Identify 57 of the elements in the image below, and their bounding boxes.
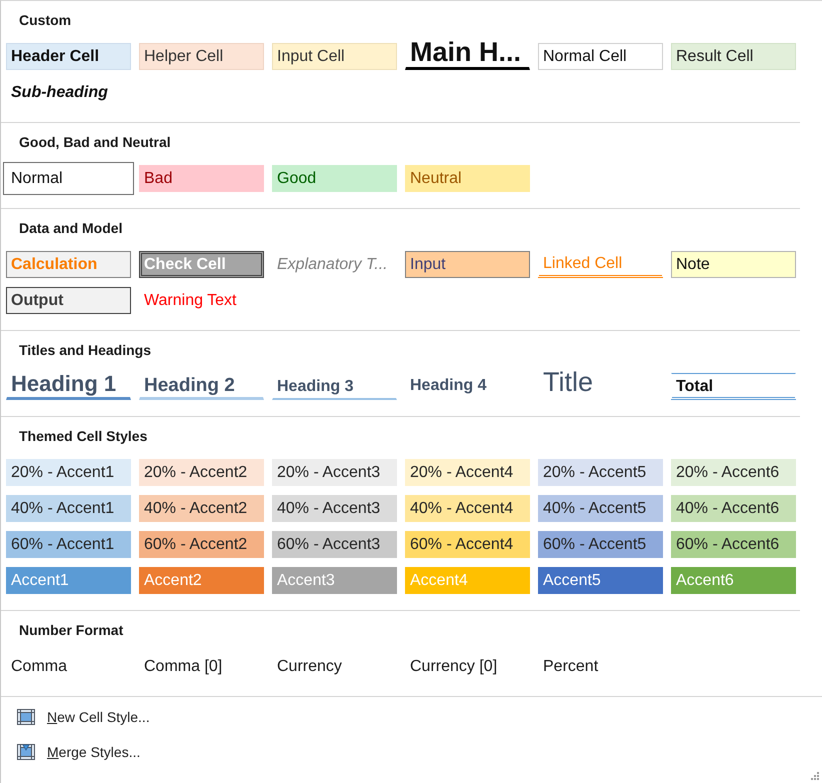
cell-style-option[interactable]: 40% - Accent6 (671, 495, 796, 522)
section-heading: Data and Model (18, 219, 122, 238)
cell-style-option[interactable]: Header Cell (6, 43, 131, 70)
section-heading: Custom (18, 11, 72, 30)
grid-arrow-icon (17, 744, 35, 760)
cell-style-option[interactable]: Bad (139, 165, 264, 192)
cell-style-option[interactable]: 40% - Accent1 (6, 495, 131, 522)
cell-style-option[interactable]: Helper Cell (139, 43, 264, 70)
cell-style-option[interactable]: 60% - Accent1 (6, 531, 131, 558)
cell-style-option[interactable]: 20% - Accent5 (538, 459, 663, 486)
cell-style-option[interactable]: Result Cell (671, 43, 796, 70)
cell-style-option[interactable]: Explanatory T... (272, 251, 397, 278)
cell-style-option[interactable]: Percent (538, 653, 663, 680)
cell-style-option[interactable]: 40% - Accent3 (272, 495, 397, 522)
cell-style-option[interactable]: Good (272, 165, 397, 192)
cell-style-option[interactable]: Warning Text (139, 287, 264, 314)
menu-item[interactable]: New Cell Style... (1, 699, 156, 734)
cell-style-option[interactable]: Note (671, 251, 796, 278)
cell-style-option[interactable]: 60% - Accent6 (671, 531, 796, 558)
cell-style-option[interactable]: 40% - Accent2 (139, 495, 264, 522)
menu-item[interactable]: Merge Styles... (1, 734, 146, 769)
cell-style-option[interactable]: Currency (272, 653, 397, 680)
cell-style-option[interactable]: 20% - Accent1 (6, 459, 131, 486)
cell-style-option[interactable]: 60% - Accent4 (405, 531, 530, 558)
section-heading: Number Format (18, 621, 124, 640)
cell-style-option[interactable]: Total (671, 373, 796, 400)
cell-style-option[interactable]: 20% - Accent6 (671, 459, 796, 486)
cell-style-option[interactable]: 40% - Accent5 (538, 495, 663, 522)
cell-style-option[interactable]: Currency [0] (405, 653, 530, 680)
cell-style-option[interactable]: 60% - Accent3 (272, 531, 397, 558)
section-heading: Titles and Headings (18, 341, 151, 360)
table-grid-icon (17, 708, 35, 724)
section-heading: Themed Cell Styles (18, 427, 148, 446)
cell-style-option[interactable]: Output (6, 287, 131, 314)
cell-style-option[interactable]: 20% - Accent4 (405, 459, 530, 486)
cell-style-option[interactable]: Title (538, 373, 663, 400)
cell-style-option[interactable]: 40% - Accent4 (405, 495, 530, 522)
cell-style-option[interactable]: Input (405, 251, 530, 278)
cell-style-option[interactable]: Sub-heading (6, 79, 131, 106)
cell-style-option[interactable]: 60% - Accent5 (538, 531, 663, 558)
cell-style-option[interactable]: Normal (3, 162, 134, 195)
cell-style-option[interactable]: Heading 2 (139, 373, 264, 400)
cell-style-option[interactable]: Input Cell (272, 43, 397, 70)
cell-style-option[interactable]: 20% - Accent3 (272, 459, 397, 486)
section-heading: Good, Bad and Neutral (18, 133, 171, 152)
cell-style-option[interactable]: Accent5 (538, 567, 663, 594)
cell-style-option[interactable]: 20% - Accent2 (139, 459, 264, 486)
cell-style-option[interactable]: Comma [0] (139, 653, 264, 680)
cell-style-option[interactable]: Comma (6, 653, 131, 680)
cell-style-option[interactable]: Neutral (405, 165, 530, 192)
cell-style-option[interactable]: Normal Cell (538, 43, 663, 70)
resize-grip-icon[interactable] (811, 772, 820, 781)
cell-style-option[interactable]: Main H... (405, 43, 530, 70)
cell-style-option[interactable]: Heading 4 (405, 373, 530, 400)
cell-style-option[interactable]: 60% - Accent2 (139, 531, 264, 558)
cell-style-option[interactable]: Heading 3 (272, 373, 397, 400)
cell-style-option[interactable]: Heading 1 (6, 373, 131, 400)
